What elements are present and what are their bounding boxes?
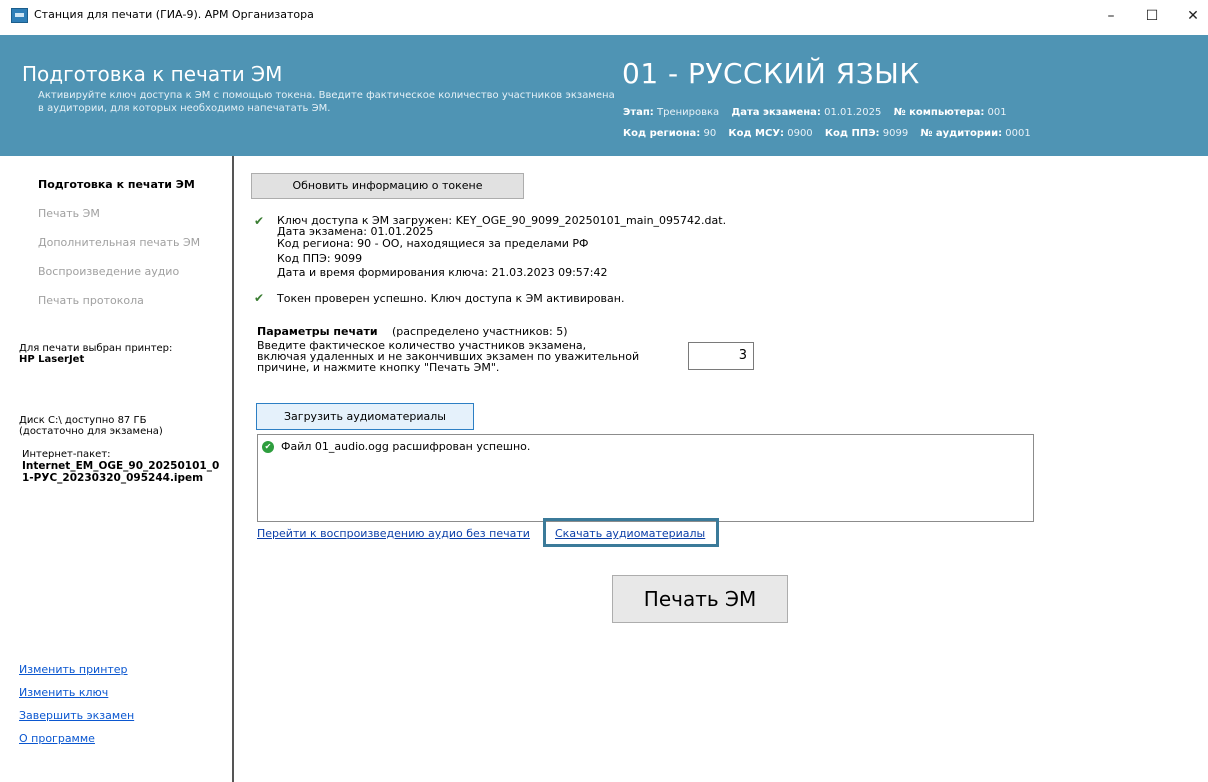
token-ok-text: Токен проверен успешно. Ключ доступа к Э… xyxy=(277,292,625,305)
room-label: № аудитории: xyxy=(920,128,1003,139)
sidebar-item-prepare-print[interactable]: Подготовка к печати ЭМ xyxy=(38,178,195,191)
msu-label: Код МСУ: xyxy=(728,128,785,139)
about-link[interactable]: О программе xyxy=(19,732,95,745)
exam-meta-row-2: Код региона: 90 Код МСУ: 0900 Код ППЭ: 9… xyxy=(623,128,1040,139)
room-value: 0001 xyxy=(1005,128,1031,139)
distributed-count: (распределено участников: 5) xyxy=(392,325,568,338)
params-instruction-3: причине, и нажмите кнопку "Печать ЭМ". xyxy=(257,361,500,374)
refresh-token-button[interactable]: Обновить информацию о токене xyxy=(251,173,524,199)
computer-label: № компьютера: xyxy=(893,107,985,118)
sidebar-item-additional-print[interactable]: Дополнительная печать ЭМ xyxy=(38,236,200,249)
app-icon xyxy=(11,8,28,23)
key-exam-date: Дата экзамена: 01.01.2025 xyxy=(277,225,434,238)
maximize-button[interactable]: ☐ xyxy=(1137,4,1167,28)
key-loaded-check-icon: ✔ xyxy=(254,214,265,228)
disk-space-line1: Диск C:\ доступно 87 ГБ xyxy=(19,415,147,426)
page-title: Подготовка к печати ЭМ xyxy=(22,62,283,86)
printer-value: HP LaserJet xyxy=(19,354,85,365)
page-header: Подготовка к печати ЭМ Активируйте ключ … xyxy=(0,35,1208,156)
panel-divider xyxy=(232,156,234,782)
change-printer-link[interactable]: Изменить принтер xyxy=(19,663,128,676)
minimize-button[interactable]: – xyxy=(1096,4,1126,28)
key-ppe: Код ППЭ: 9099 xyxy=(277,252,363,265)
load-audio-button[interactable]: Загрузить аудиоматериалы xyxy=(256,403,474,430)
log-message: Файл 01_audio.ogg расшифрован успешно. xyxy=(281,440,531,453)
page-subtitle: Активируйте ключ доступа к ЭМ с помощью … xyxy=(38,90,615,114)
package-label: Интернет-пакет: xyxy=(22,449,111,460)
window-title: Станция для печати (ГИА-9). АРМ Организа… xyxy=(34,8,314,21)
stage-label: Этап: xyxy=(623,107,654,118)
exam-date-value: 01.01.2025 xyxy=(824,107,882,118)
region-label: Код региона: xyxy=(623,128,701,139)
key-created: Дата и время формирования ключа: 21.03.2… xyxy=(277,266,608,279)
finish-exam-link[interactable]: Завершить экзамен xyxy=(19,709,134,722)
token-ok-check-icon: ✔ xyxy=(254,291,265,305)
sidebar-item-audio-playback[interactable]: Воспроизведение аудио xyxy=(38,265,179,278)
region-value: 90 xyxy=(703,128,717,139)
stage-value: Тренировка xyxy=(656,107,720,118)
audio-without-print-link[interactable]: Перейти к воспроизведению аудио без печа… xyxy=(257,527,530,540)
exam-date-label: Дата экзамена: xyxy=(731,107,821,118)
package-name-line2: 1-РУС_20230320_095244.ipem xyxy=(22,472,204,484)
download-audio-link[interactable]: Скачать аудиоматериалы xyxy=(555,527,705,540)
ppe-value: 9099 xyxy=(882,128,909,139)
disk-space-line2: (достаточно для экзамена) xyxy=(19,426,163,437)
exam-subject: 01 - РУССКИЙ ЯЗЫК xyxy=(622,57,920,90)
ppe-label: Код ППЭ: xyxy=(824,128,880,139)
msu-value: 0900 xyxy=(787,128,813,139)
printer-label: Для печати выбран принтер: xyxy=(19,343,173,354)
window-title-bar: Станция для печати (ГИА-9). АРМ Организа… xyxy=(0,0,1208,34)
close-button[interactable]: ✕ xyxy=(1178,4,1208,28)
success-check-icon: ✔ xyxy=(262,441,274,453)
package-name-line1: Internet_EM_OGE_90_20250101_0 xyxy=(22,460,220,472)
exam-meta-row-1: Этап: Тренировка Дата экзамена: 01.01.20… xyxy=(623,107,1016,118)
sidebar-item-print-protocol[interactable]: Печать протокола xyxy=(38,294,144,307)
participants-count-input[interactable]: 3 xyxy=(688,342,754,370)
sidebar-item-print[interactable]: Печать ЭМ xyxy=(38,207,100,220)
computer-value: 001 xyxy=(987,107,1007,118)
print-params-title: Параметры печати xyxy=(257,325,378,338)
key-region: Код региона: 90 - ОО, находящиеся за пре… xyxy=(277,237,589,250)
print-em-button[interactable]: Печать ЭМ xyxy=(612,575,788,623)
change-key-link[interactable]: Изменить ключ xyxy=(19,686,108,699)
